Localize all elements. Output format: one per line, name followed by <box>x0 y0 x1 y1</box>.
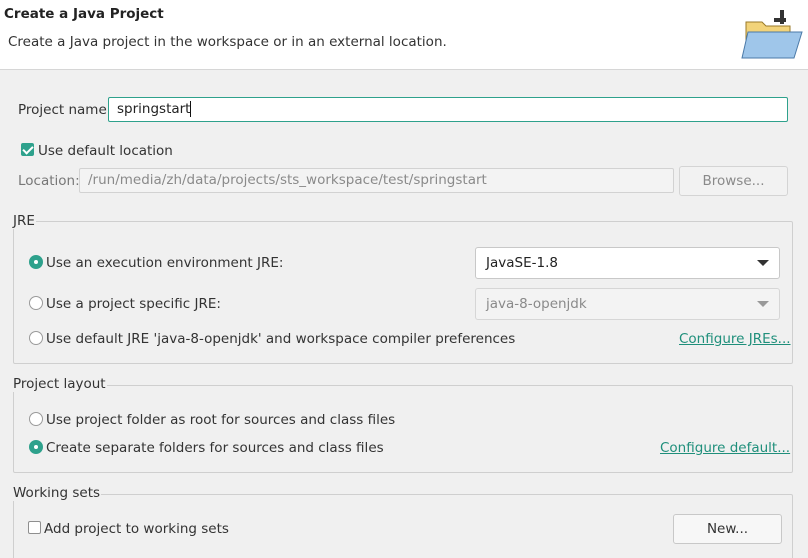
project-layout-group-title: Project layout <box>12 376 107 392</box>
jre-group-title: JRE <box>12 213 36 229</box>
jre-project-specific-radio[interactable] <box>29 296 43 310</box>
project-specific-jre-combo[interactable]: java-8-openjdk <box>475 288 780 320</box>
execution-env-combo[interactable]: JavaSE-1.8 <box>475 247 780 279</box>
add-to-working-sets-label: Add project to working sets <box>44 521 229 537</box>
execution-env-value: JavaSE-1.8 <box>486 255 558 271</box>
jre-default-radio[interactable] <box>29 331 43 345</box>
project-name-input[interactable]: springstart <box>108 97 788 122</box>
project-name-value: springstart <box>117 101 191 117</box>
layout-separate-label: Create separate folders for sources and … <box>46 440 384 456</box>
new-working-set-button[interactable]: New... <box>673 514 782 544</box>
project-specific-jre-value: java-8-openjdk <box>486 296 587 312</box>
wizard-header: Create a Java Project Create a Java proj… <box>0 0 808 70</box>
chevron-down-icon <box>757 260 769 266</box>
add-to-working-sets-checkbox[interactable] <box>28 521 41 534</box>
browse-button[interactable]: Browse... <box>679 166 788 196</box>
layout-root-label: Use project folder as root for sources a… <box>46 412 396 428</box>
text-caret <box>190 101 192 117</box>
wizard-title: Create a Java Project <box>4 6 164 22</box>
use-default-location-label: Use default location <box>38 143 173 159</box>
chevron-down-icon <box>757 301 769 307</box>
wizard-description: Create a Java project in the workspace o… <box>8 34 447 50</box>
layout-root-radio[interactable] <box>29 412 43 426</box>
configure-default-link[interactable]: Configure default... <box>660 440 790 456</box>
configure-jres-link[interactable]: Configure JREs... <box>679 331 791 347</box>
jre-project-specific-label: Use a project specific JRE: <box>46 296 221 312</box>
working-sets-group-title: Working sets <box>12 485 102 501</box>
new-java-project-wizard-icon <box>741 10 803 59</box>
location-label: Location: <box>18 173 80 189</box>
layout-separate-radio[interactable] <box>29 440 43 454</box>
jre-execution-env-radio[interactable] <box>29 255 43 269</box>
use-default-location-checkbox[interactable] <box>21 143 34 156</box>
jre-default-label: Use default JRE 'java-8-openjdk' and wor… <box>46 331 516 347</box>
jre-execution-env-label: Use an execution environment JRE: <box>46 255 284 271</box>
location-input[interactable]: /run/media/zh/data/projects/sts_workspac… <box>79 168 674 193</box>
project-layout-group <box>13 385 793 473</box>
project-name-label: Project name: <box>18 102 112 118</box>
